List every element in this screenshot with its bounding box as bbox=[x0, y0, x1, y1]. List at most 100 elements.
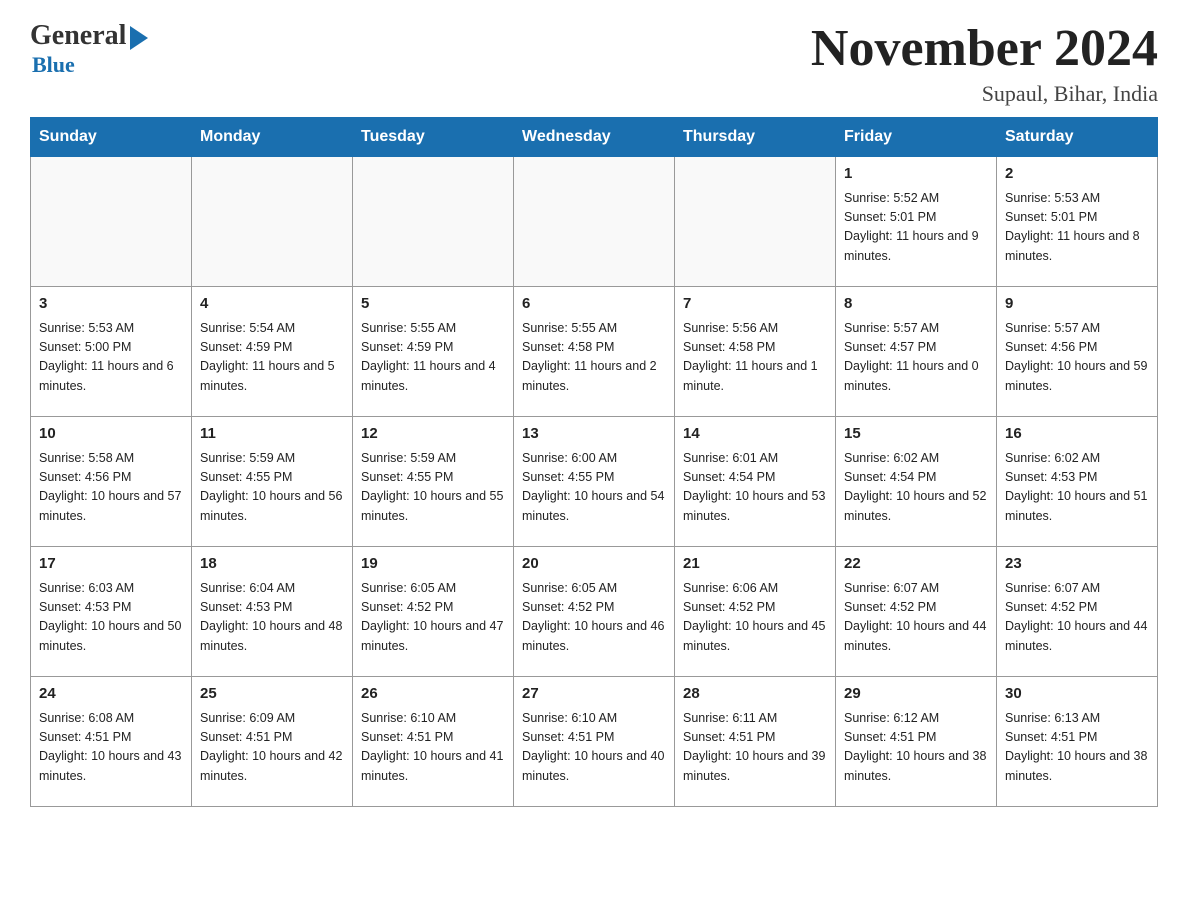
day-info: Sunrise: 5:57 AM Sunset: 4:56 PM Dayligh… bbox=[1005, 319, 1149, 397]
calendar-cell: 6Sunrise: 5:55 AM Sunset: 4:58 PM Daylig… bbox=[514, 287, 675, 417]
calendar-header-tuesday: Tuesday bbox=[353, 118, 514, 157]
day-number: 5 bbox=[361, 293, 505, 316]
day-info: Sunrise: 5:53 AM Sunset: 5:00 PM Dayligh… bbox=[39, 319, 183, 397]
day-info: Sunrise: 5:52 AM Sunset: 5:01 PM Dayligh… bbox=[844, 189, 988, 267]
day-number: 10 bbox=[39, 423, 183, 446]
day-info: Sunrise: 5:57 AM Sunset: 4:57 PM Dayligh… bbox=[844, 319, 988, 397]
day-info: Sunrise: 5:53 AM Sunset: 5:01 PM Dayligh… bbox=[1005, 189, 1149, 267]
day-info: Sunrise: 5:59 AM Sunset: 4:55 PM Dayligh… bbox=[361, 449, 505, 527]
day-number: 20 bbox=[522, 553, 666, 576]
day-number: 4 bbox=[200, 293, 344, 316]
calendar-cell: 26Sunrise: 6:10 AM Sunset: 4:51 PM Dayli… bbox=[353, 677, 514, 807]
calendar-cell: 23 Sunrise: 6:07 AM Sunset: 4:52 PM Dayli… bbox=[997, 547, 1158, 677]
day-info: Sunrise: 6:08 AM Sunset: 4:51 PM Dayligh… bbox=[39, 709, 183, 787]
day-info: Sunrise: 6:07 AM Sunset: 4:52 PM Dayligh… bbox=[1005, 579, 1149, 657]
day-number: 23 bbox=[1005, 553, 1149, 576]
day-info: Sunrise: 5:56 AM Sunset: 4:58 PM Dayligh… bbox=[683, 319, 827, 397]
day-number: 28 bbox=[683, 683, 827, 706]
location: Supaul, Bihar, India bbox=[811, 81, 1158, 107]
day-number: 16 bbox=[1005, 423, 1149, 446]
day-number: 22 bbox=[844, 553, 988, 576]
day-number: 11 bbox=[200, 423, 344, 446]
calendar-cell: 10 Sunrise: 5:58 AM Sunset: 4:56 PM Dayli… bbox=[31, 417, 192, 547]
day-number: 15 bbox=[844, 423, 988, 446]
calendar-header-thursday: Thursday bbox=[675, 118, 836, 157]
calendar-cell bbox=[353, 157, 514, 287]
day-number: 19 bbox=[361, 553, 505, 576]
calendar-cell: 18 Sunrise: 6:04 AM Sunset: 4:53 PM Dayli… bbox=[192, 547, 353, 677]
day-number: 13 bbox=[522, 423, 666, 446]
day-info: Sunrise: 5:59 AM Sunset: 4:55 PM Dayligh… bbox=[200, 449, 344, 527]
day-number: 18 bbox=[200, 553, 344, 576]
page-header: General Blue November 2024 Supaul, Bihar… bbox=[30, 20, 1158, 107]
logo-arrow-icon bbox=[130, 26, 148, 50]
day-info: Sunrise: 6:12 AM Sunset: 4:51 PM Dayligh… bbox=[844, 709, 988, 787]
day-number: 17 bbox=[39, 553, 183, 576]
day-info: Sunrise: 6:02 AM Sunset: 4:53 PM Dayligh… bbox=[1005, 449, 1149, 527]
calendar-cell: 5 Sunrise: 5:55 AM Sunset: 4:59 PM Daylig… bbox=[353, 287, 514, 417]
day-number: 29 bbox=[844, 683, 988, 706]
day-number: 9 bbox=[1005, 293, 1149, 316]
calendar-cell: 27Sunrise: 6:10 AM Sunset: 4:51 PM Dayli… bbox=[514, 677, 675, 807]
calendar-header-saturday: Saturday bbox=[997, 118, 1158, 157]
day-number: 6 bbox=[522, 293, 666, 316]
day-number: 1 bbox=[844, 163, 988, 186]
calendar-cell bbox=[31, 157, 192, 287]
calendar-cell bbox=[675, 157, 836, 287]
calendar-cell: 19 Sunrise: 6:05 AM Sunset: 4:52 PM Dayli… bbox=[353, 547, 514, 677]
day-number: 7 bbox=[683, 293, 827, 316]
calendar-header-sunday: Sunday bbox=[31, 118, 192, 157]
calendar-header-friday: Friday bbox=[836, 118, 997, 157]
calendar-cell: 13 Sunrise: 6:00 AM Sunset: 4:55 PM Dayli… bbox=[514, 417, 675, 547]
day-number: 14 bbox=[683, 423, 827, 446]
calendar-cell: 3 Sunrise: 5:53 AM Sunset: 5:00 PM Daylig… bbox=[31, 287, 192, 417]
calendar-cell: 30Sunrise: 6:13 AM Sunset: 4:51 PM Dayli… bbox=[997, 677, 1158, 807]
calendar-week-row: 3 Sunrise: 5:53 AM Sunset: 5:00 PM Daylig… bbox=[31, 287, 1158, 417]
day-info: Sunrise: 5:54 AM Sunset: 4:59 PM Dayligh… bbox=[200, 319, 344, 397]
calendar-week-row: 1 Sunrise: 5:52 AM Sunset: 5:01 PM Daylig… bbox=[31, 157, 1158, 287]
calendar-header-wednesday: Wednesday bbox=[514, 118, 675, 157]
calendar-table: SundayMondayTuesdayWednesdayThursdayFrid… bbox=[30, 117, 1158, 807]
day-info: Sunrise: 6:05 AM Sunset: 4:52 PM Dayligh… bbox=[522, 579, 666, 657]
day-info: Sunrise: 6:07 AM Sunset: 4:52 PM Dayligh… bbox=[844, 579, 988, 657]
calendar-cell: 21 Sunrise: 6:06 AM Sunset: 4:52 PM Dayli… bbox=[675, 547, 836, 677]
calendar-week-row: 24 Sunrise: 6:08 AM Sunset: 4:51 PM Dayli… bbox=[31, 677, 1158, 807]
day-number: 3 bbox=[39, 293, 183, 316]
calendar-cell: 22 Sunrise: 6:07 AM Sunset: 4:52 PM Dayli… bbox=[836, 547, 997, 677]
day-info: Sunrise: 6:06 AM Sunset: 4:52 PM Dayligh… bbox=[683, 579, 827, 657]
calendar-week-row: 10 Sunrise: 5:58 AM Sunset: 4:56 PM Dayli… bbox=[31, 417, 1158, 547]
day-number: 8 bbox=[844, 293, 988, 316]
logo-blue-text: Blue bbox=[32, 52, 75, 78]
calendar-cell: 8 Sunrise: 5:57 AM Sunset: 4:57 PM Daylig… bbox=[836, 287, 997, 417]
day-info: Sunrise: 6:03 AM Sunset: 4:53 PM Dayligh… bbox=[39, 579, 183, 657]
day-info: Sunrise: 5:55 AM Sunset: 4:59 PM Dayligh… bbox=[361, 319, 505, 397]
calendar-cell: 28 Sunrise: 6:11 AM Sunset: 4:51 PM Dayli… bbox=[675, 677, 836, 807]
day-info: Sunrise: 6:02 AM Sunset: 4:54 PM Dayligh… bbox=[844, 449, 988, 527]
calendar-cell: 15 Sunrise: 6:02 AM Sunset: 4:54 PM Dayli… bbox=[836, 417, 997, 547]
calendar-header-row: SundayMondayTuesdayWednesdayThursdayFrid… bbox=[31, 118, 1158, 157]
month-title: November 2024 bbox=[811, 20, 1158, 77]
calendar-cell: 25 Sunrise: 6:09 AM Sunset: 4:51 PM Dayli… bbox=[192, 677, 353, 807]
day-number: 21 bbox=[683, 553, 827, 576]
calendar-cell: 14Sunrise: 6:01 AM Sunset: 4:54 PM Dayli… bbox=[675, 417, 836, 547]
day-info: Sunrise: 6:04 AM Sunset: 4:53 PM Dayligh… bbox=[200, 579, 344, 657]
calendar-cell: 7 Sunrise: 5:56 AM Sunset: 4:58 PM Daylig… bbox=[675, 287, 836, 417]
day-number: 2 bbox=[1005, 163, 1149, 186]
logo: General Blue bbox=[30, 20, 148, 78]
day-info: Sunrise: 5:58 AM Sunset: 4:56 PM Dayligh… bbox=[39, 449, 183, 527]
day-info: Sunrise: 6:05 AM Sunset: 4:52 PM Dayligh… bbox=[361, 579, 505, 657]
calendar-cell: 4 Sunrise: 5:54 AM Sunset: 4:59 PM Daylig… bbox=[192, 287, 353, 417]
calendar-cell bbox=[514, 157, 675, 287]
day-info: Sunrise: 6:00 AM Sunset: 4:55 PM Dayligh… bbox=[522, 449, 666, 527]
day-info: Sunrise: 6:10 AM Sunset: 4:51 PM Dayligh… bbox=[361, 709, 505, 787]
day-info: Sunrise: 6:09 AM Sunset: 4:51 PM Dayligh… bbox=[200, 709, 344, 787]
logo-general-text: General bbox=[30, 20, 126, 52]
calendar-cell: 11 Sunrise: 5:59 AM Sunset: 4:55 PM Dayli… bbox=[192, 417, 353, 547]
day-number: 12 bbox=[361, 423, 505, 446]
calendar-cell: 20 Sunrise: 6:05 AM Sunset: 4:52 PM Dayli… bbox=[514, 547, 675, 677]
day-info: Sunrise: 6:11 AM Sunset: 4:51 PM Dayligh… bbox=[683, 709, 827, 787]
calendar-cell: 24 Sunrise: 6:08 AM Sunset: 4:51 PM Dayli… bbox=[31, 677, 192, 807]
day-number: 25 bbox=[200, 683, 344, 706]
day-number: 30 bbox=[1005, 683, 1149, 706]
day-number: 24 bbox=[39, 683, 183, 706]
